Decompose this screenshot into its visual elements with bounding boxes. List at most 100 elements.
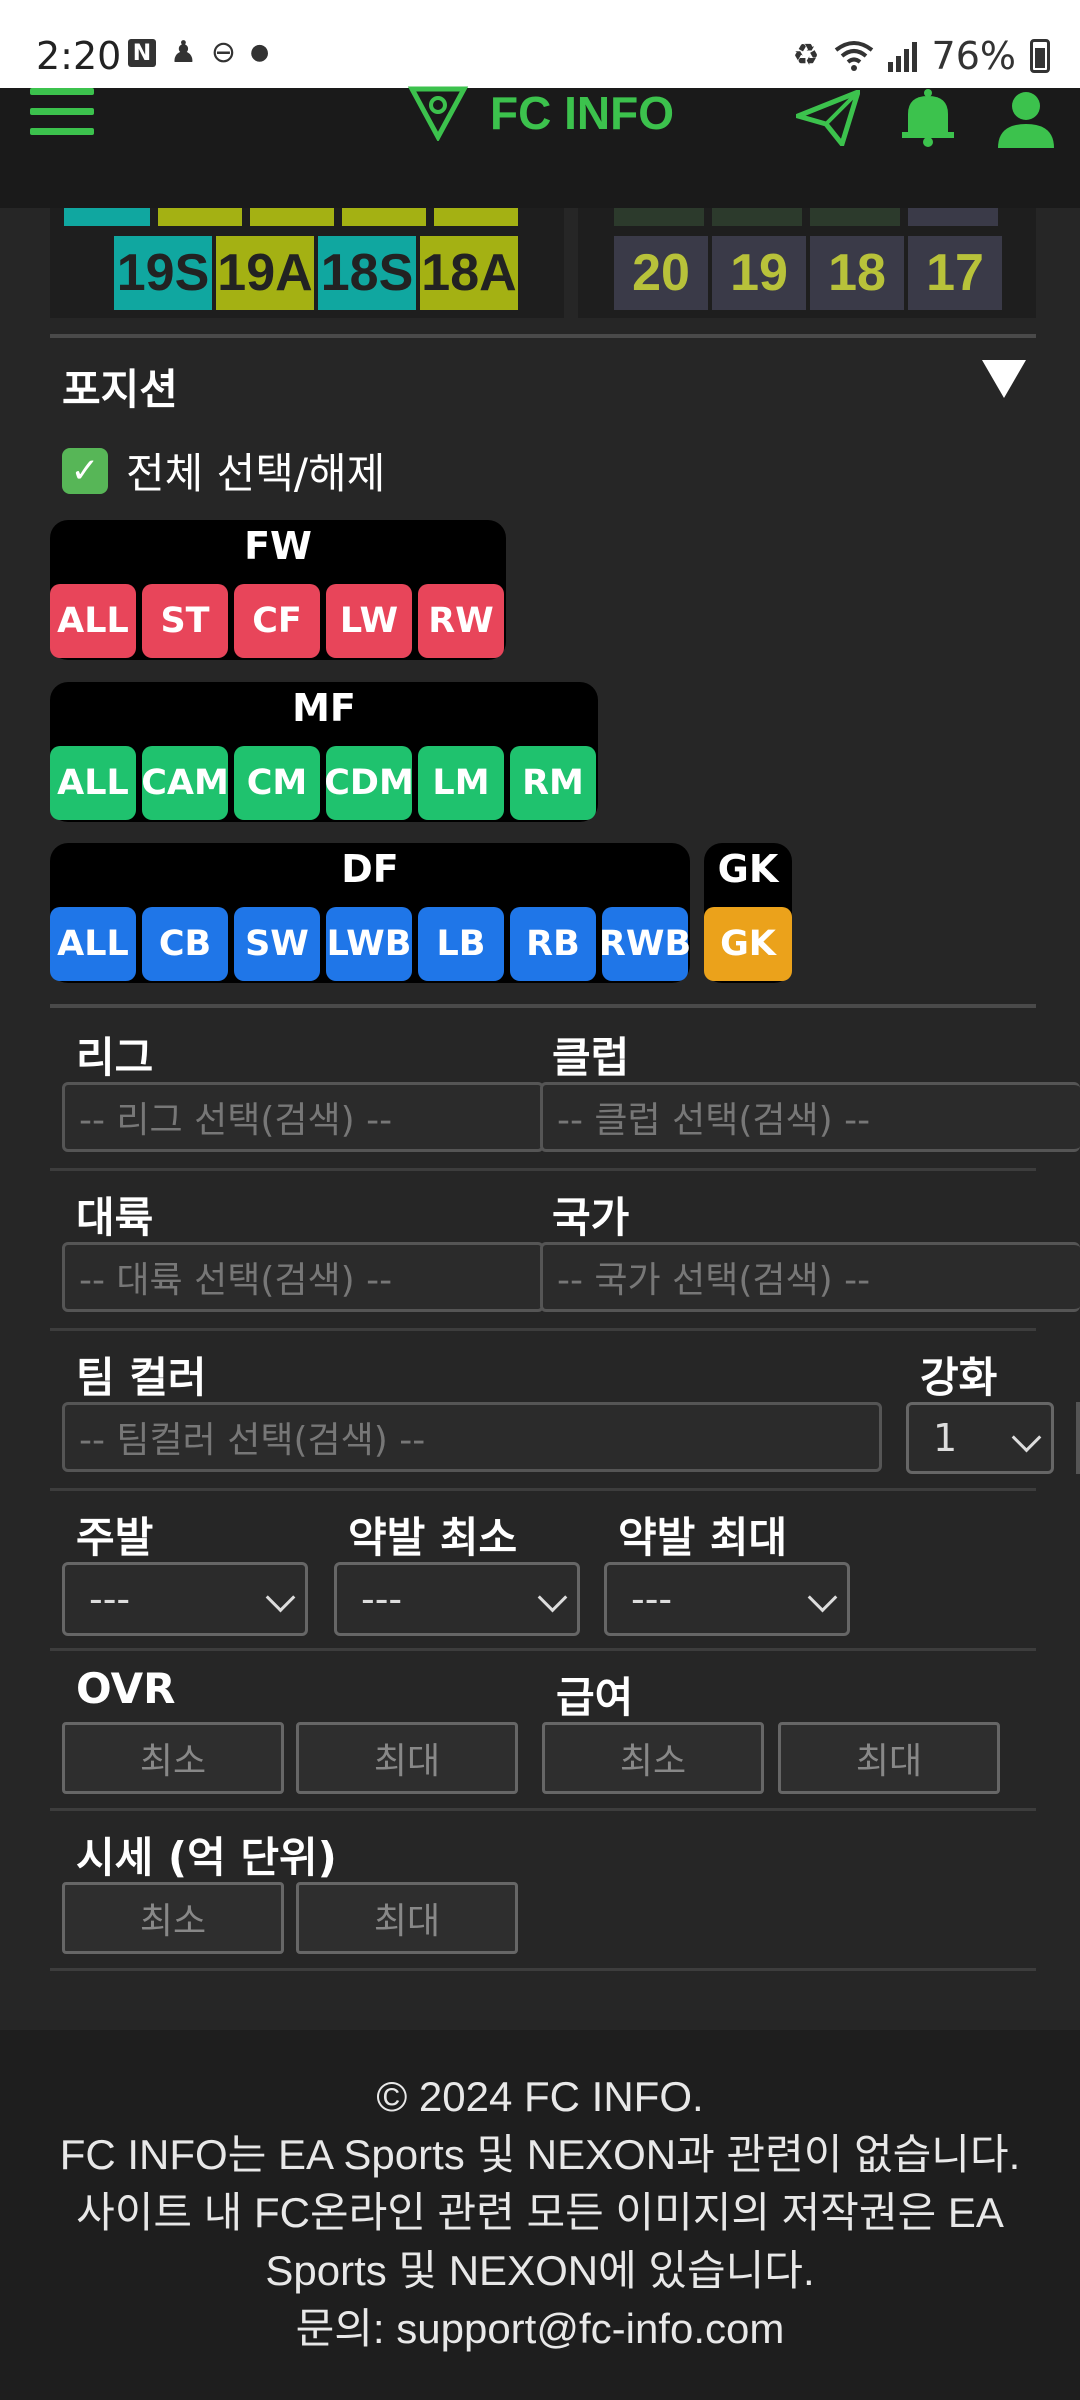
pos-button-rw[interactable]: RW: [418, 584, 504, 658]
chevron-down-icon: [537, 1582, 568, 1613]
pos-button-st[interactable]: ST: [142, 584, 228, 658]
menu-icon[interactable]: [30, 88, 94, 138]
user-icon[interactable]: [996, 88, 1056, 148]
footer-copyright-notice-1: 사이트 내 FC온라인 관련 모든 이미지의 저작권은 EA: [76, 2189, 1004, 2236]
salary-max-input[interactable]: 최대: [778, 1722, 1000, 1794]
select-all-label: 전체 선택/해제: [126, 449, 386, 498]
salary-label: 급여: [556, 1673, 634, 1722]
ovr-min-input[interactable]: 최소: [62, 1722, 284, 1794]
df-label: DF: [341, 847, 399, 891]
season-tile[interactable]: 19S: [114, 236, 212, 310]
fw-label: FW: [244, 524, 312, 568]
pos-button-cam[interactable]: CAM: [141, 746, 229, 820]
footer-contact-link[interactable]: 문의: support@fc-info.com: [0, 2300, 1080, 2358]
wifi-icon: [834, 41, 873, 71]
mf-group: MF ALL CAM CM CDM LM RM: [50, 682, 598, 822]
continent-label: 대륙: [76, 1193, 154, 1242]
pos-button-lwb[interactable]: LWB: [326, 907, 412, 981]
nation-select[interactable]: -- 국가 선택(검색) --: [540, 1242, 1080, 1312]
app-logo[interactable]: FC INFO: [408, 86, 674, 141]
checkmark-icon[interactable]: ✓: [62, 447, 108, 494]
price-min-input[interactable]: 최소: [62, 1882, 284, 1954]
footer-copyright-notice-2: Sports 및 NEXON에 있습니다.: [265, 2247, 815, 2294]
mf-label: MF: [292, 686, 356, 730]
pos-button-df-all[interactable]: ALL: [50, 907, 136, 981]
league-label: 리그: [76, 1033, 154, 1082]
enhance-value: 1: [933, 1416, 958, 1460]
footer-copyright: © 2024 FC INFO.: [376, 2073, 704, 2120]
logo-icon: [408, 86, 468, 141]
pos-button-sw[interactable]: SW: [234, 907, 320, 981]
pos-button-cb[interactable]: CB: [142, 907, 228, 981]
league-select[interactable]: -- 리그 선택(검색) --: [62, 1082, 544, 1152]
continent-select[interactable]: -- 대륙 선택(검색) --: [62, 1242, 544, 1312]
battery-saver-icon: ♻: [792, 38, 820, 73]
divider: [50, 1648, 1036, 1651]
weak-foot-min-select[interactable]: ---: [334, 1562, 580, 1636]
app-header: FC INFO: [0, 86, 1080, 208]
notification-icons: N ♟ ⊖ ●: [128, 38, 269, 68]
gk-group: GK GK: [704, 843, 792, 983]
team-color-select[interactable]: -- 팀컬러 선택(검색) --: [62, 1402, 882, 1472]
ovr-max-input[interactable]: 최대: [296, 1722, 518, 1794]
collapse-triangle-icon[interactable]: [982, 360, 1026, 398]
season-tile[interactable]: 18A: [420, 236, 518, 310]
pos-button-cf[interactable]: CF: [234, 584, 320, 658]
divider: [50, 1488, 1036, 1491]
select-all-toggle[interactable]: ✓ 전체 선택/해제: [62, 440, 385, 501]
pos-button-fw-all[interactable]: ALL: [50, 584, 136, 658]
pos-button-lm[interactable]: LM: [418, 746, 504, 820]
pos-button-lb[interactable]: LB: [418, 907, 504, 981]
weak-foot-max-label: 약발 최대: [618, 1513, 788, 1562]
pos-button-gk[interactable]: GK: [704, 907, 792, 981]
divider: [50, 334, 1036, 338]
weak-foot-min-value: ---: [361, 1577, 403, 1621]
price-label: 시세 (억 단위): [76, 1833, 337, 1882]
df-group: DF ALL CB SW LWB LB RB RWB: [50, 843, 691, 983]
price-max-input[interactable]: 최대: [296, 1882, 518, 1954]
bell-icon[interactable]: [900, 88, 956, 148]
footer-text: © 2024 FC INFO. FC INFO는 EA Sports 및 NEX…: [0, 2068, 1080, 2358]
season-card-right: 20 19 18 17: [578, 208, 1036, 318]
main-foot-label: 주발: [76, 1513, 154, 1562]
season-tile[interactable]: 19A: [216, 236, 314, 310]
season-tile[interactable]: 20: [614, 236, 708, 310]
weak-foot-max-value: ---: [631, 1577, 673, 1621]
main-foot-value: ---: [89, 1577, 131, 1621]
app-title: FC INFO: [490, 87, 674, 139]
scroll-edge: [1076, 1402, 1080, 1474]
weak-foot-min-label: 약발 최소: [348, 1513, 518, 1562]
nation-label: 국가: [552, 1193, 630, 1242]
enhance-select[interactable]: 1: [906, 1402, 1054, 1474]
club-select[interactable]: -- 클럽 선택(검색) --: [540, 1082, 1080, 1152]
season-tile[interactable]: 17: [908, 236, 1002, 310]
pos-button-rm[interactable]: RM: [510, 746, 596, 820]
divider: [50, 1968, 1036, 1971]
pos-button-cm[interactable]: CM: [234, 746, 320, 820]
season-tile[interactable]: 18: [810, 236, 904, 310]
pos-button-rb[interactable]: RB: [510, 907, 596, 981]
pos-button-cdm[interactable]: CDM: [324, 746, 414, 820]
season-card-left: 19S 19A 18S 18A: [50, 208, 564, 318]
weak-foot-max-select[interactable]: ---: [604, 1562, 850, 1636]
season-tile[interactable]: 18S: [318, 236, 416, 310]
team-color-label: 팀 컬러: [76, 1353, 207, 1402]
status-right: ♻ 76%: [793, 34, 1050, 78]
pos-button-mf-all[interactable]: ALL: [50, 746, 136, 820]
battery-percent: 76%: [931, 34, 1016, 78]
ovr-label: OVR: [76, 1664, 176, 1713]
pos-button-rwb[interactable]: RWB: [599, 907, 691, 981]
enhance-label: 강화: [920, 1353, 998, 1402]
paper-plane-icon[interactable]: [796, 90, 860, 146]
fw-group: FW ALL ST CF LW RW: [50, 520, 506, 660]
season-tile[interactable]: 19: [712, 236, 806, 310]
app-notification-icon: ♟: [170, 35, 197, 70]
do-not-disturb-icon: ⊖: [210, 35, 237, 70]
status-time: 2:20: [36, 34, 122, 78]
pos-button-lw[interactable]: LW: [326, 584, 412, 658]
main-foot-select[interactable]: ---: [62, 1562, 308, 1636]
more-dot-icon: ●: [250, 40, 270, 65]
salary-min-input[interactable]: 최소: [542, 1722, 764, 1794]
position-section-title: 포지션: [62, 365, 178, 414]
footer: © 2024 FC INFO. FC INFO는 EA Sports 및 NEX…: [0, 2030, 1080, 2400]
